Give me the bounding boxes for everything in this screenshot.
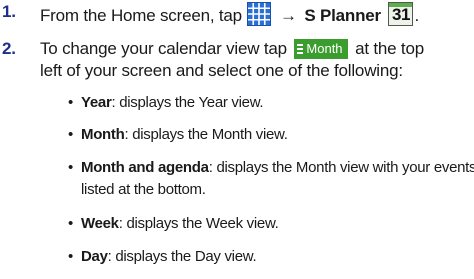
apps-grid-icon xyxy=(247,2,272,26)
menu-lines-icon xyxy=(297,44,304,54)
month-button-label: Month xyxy=(306,41,343,56)
option-description: : displays the Month view. xyxy=(124,126,288,143)
s-planner-calendar-icon: 31 xyxy=(388,2,414,26)
option-description: : displays the Day view. xyxy=(107,248,257,265)
step-1-text-before: From the Home screen, tap xyxy=(40,6,242,25)
bullet: • xyxy=(68,215,73,232)
list-item-body: Month and agenda: displays the Month vie… xyxy=(81,158,474,178)
list-item-body: Month: displays the Month view. xyxy=(81,125,288,145)
step-number: 2. xyxy=(2,39,16,58)
step-2-text-before: To change your calendar view tap xyxy=(40,39,287,58)
option-term: Month xyxy=(81,126,125,143)
option-term: Day xyxy=(81,248,108,265)
option-description: : displays the Week view. xyxy=(118,215,279,232)
option-term: Year xyxy=(81,94,112,111)
step-1-text-after: . xyxy=(414,6,420,25)
option-description: : displays the Year view. xyxy=(111,94,264,111)
bullet: • xyxy=(68,159,73,176)
bullet: • xyxy=(68,126,73,143)
bullet: • xyxy=(68,94,73,111)
step-2-text-after: at the top xyxy=(355,39,424,58)
calendar-icon-number: 31 xyxy=(392,5,410,24)
list-item-body: Year: displays the Year view. xyxy=(81,93,264,113)
bullet: • xyxy=(68,248,73,265)
option-term: Month and agenda xyxy=(81,159,209,176)
app-name: S Planner xyxy=(304,6,381,25)
list-item-continuation: listed at the bottom. xyxy=(81,181,206,198)
option-description: : displays the Month view with your even… xyxy=(208,159,474,176)
step-number: 1. xyxy=(2,2,16,21)
list-item-body: Day: displays the Day view. xyxy=(81,247,257,267)
step-2-line-2-text: left of your screen and select one of th… xyxy=(40,61,403,80)
list-item-body: Week: displays the Week view. xyxy=(81,214,279,234)
step-text: To change your calendar view tap Month a… xyxy=(40,39,424,59)
option-term: Week xyxy=(81,215,119,232)
arrow-right-icon: → xyxy=(279,6,297,25)
month-view-button[interactable]: Month xyxy=(294,39,348,59)
step-text: From the Home screen, tap → S Planner 31… xyxy=(40,2,419,26)
